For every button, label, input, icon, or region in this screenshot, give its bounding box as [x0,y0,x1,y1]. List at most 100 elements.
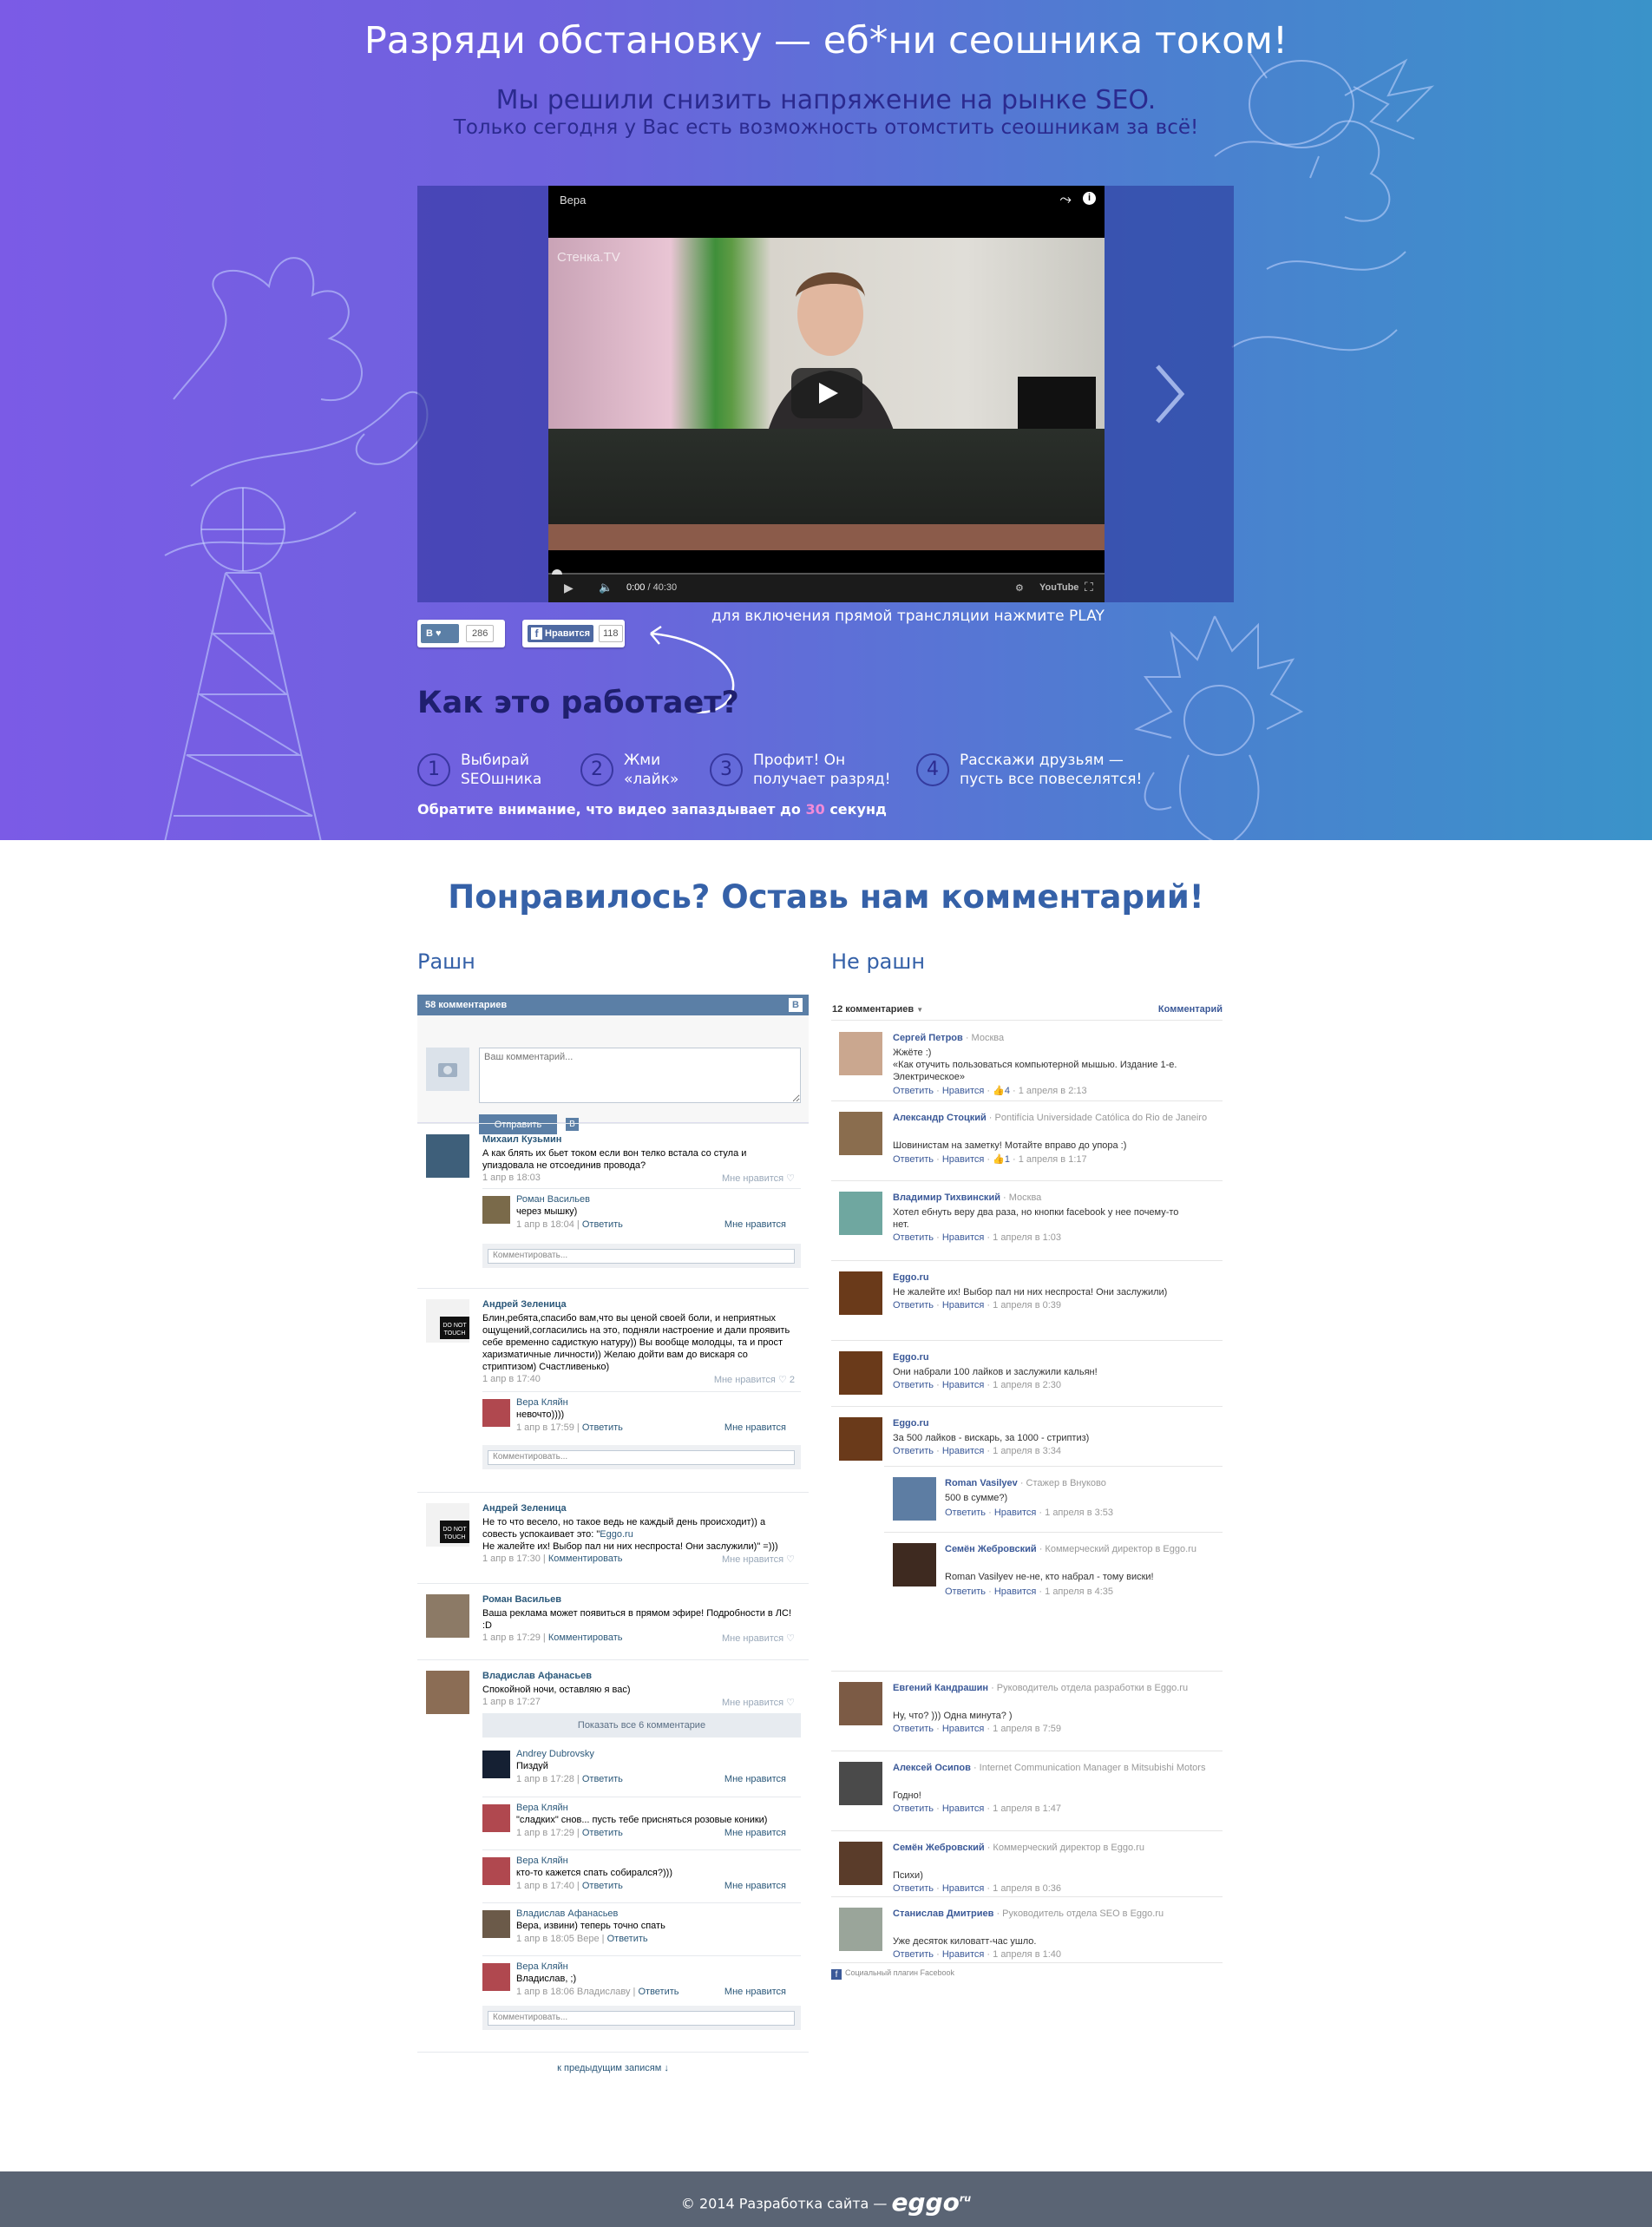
like-link[interactable]: Нравится [942,1154,985,1165]
reply-link[interactable]: Ответить [582,1422,623,1433]
fb-plugin-credit[interactable]: f Социальный плагин Facebook [831,1968,954,1980]
avatar[interactable] [839,1351,882,1395]
info-icon[interactable]: i [1083,192,1096,205]
reply-input[interactable]: Комментировать... [488,1450,795,1465]
reply-link[interactable]: Ответить [582,1774,623,1784]
volume-icon[interactable]: 🔈 [599,581,613,595]
reply-link[interactable]: Ответить [582,1828,623,1838]
reply-author[interactable]: Вера Кляйн [516,1803,568,1813]
comment-author[interactable]: Роман Васильев [482,1594,561,1605]
comment-author[interactable]: Александр Стоцкий · Pontifícia Universid… [893,1112,1218,1125]
comment-reply-link[interactable]: Комментировать [548,1632,623,1643]
avatar[interactable]: DO NOT TOUCH [426,1503,469,1547]
like-link[interactable]: Нравится [994,1508,1037,1518]
avatar[interactable] [482,1399,510,1427]
vk-comment-input[interactable] [479,1048,801,1103]
avatar[interactable] [839,1682,882,1725]
comment-author[interactable]: Eggo.ru [893,1351,1218,1364]
avatar[interactable] [482,1751,510,1778]
like-button[interactable]: Мне нравится ♡ [722,1632,795,1644]
reply-author[interactable]: Роман Васильев [516,1194,590,1205]
video-player[interactable]: Вера ⤳ i Стенка.TV ▶ 🔈 0:00 / 40:30 ⚙ Yo… [548,186,1105,602]
like-button[interactable]: Мне нравится ♡ 2 [714,1374,795,1385]
like-link[interactable]: Нравится [942,1883,985,1894]
like-button[interactable]: Мне нравится ♡ [722,1173,795,1184]
comment-author[interactable]: Семён Жебровский · Коммерческий директор… [945,1543,1214,1556]
reply-link[interactable]: Ответить [893,1724,934,1734]
like-link[interactable]: Нравится [942,1446,985,1456]
reply-link[interactable]: Ответить [607,1934,648,1944]
comment-author[interactable]: Eggo.ru [893,1417,1218,1430]
like-link[interactable]: Нравится [942,1300,985,1311]
like-link[interactable]: Нравится [942,1232,985,1243]
reply-link[interactable]: Ответить [893,1949,934,1960]
like-link[interactable]: Нравится [942,1724,985,1734]
avatar[interactable]: DO NOT TOUCH [426,1299,469,1343]
reply-author[interactable]: Вера Кляйн [516,1397,568,1408]
share-icon[interactable]: ⤳ [1059,191,1072,208]
avatar[interactable] [426,1134,469,1178]
avatar[interactable] [893,1477,936,1521]
avatar[interactable] [426,1671,469,1714]
fb-like-button[interactable]: Нравится 118 [522,620,625,647]
like-link[interactable]: Нравится [942,1086,985,1096]
avatar[interactable] [839,1032,882,1075]
show-all-replies-button[interactable]: Показать все 6 комментарие [482,1713,801,1738]
like-link[interactable]: Нравится [994,1586,1037,1597]
avatar[interactable] [893,1543,936,1586]
fullscreen-icon[interactable]: ⛶ [1085,580,1093,595]
comment-author[interactable]: Сергей Петров · Москва [893,1032,1218,1045]
like-button[interactable]: Мне нравится ♡ [722,1697,795,1708]
fb-comment-count[interactable]: 12 комментариев ▼ [832,1004,923,1015]
comment-author[interactable]: Владимир Тихвинский · Москва [893,1192,1218,1205]
like-link[interactable]: Нравится [942,1949,985,1960]
comment-author[interactable]: Семён Жебровский · Коммерческий директор… [893,1842,1218,1855]
comment-author[interactable]: Roman Vasilyev · Стажер в Внуково [945,1477,1214,1490]
like-button[interactable]: Мне нравится [724,1987,786,1997]
reply-link[interactable]: Ответить [893,1883,934,1894]
settings-icon[interactable]: ⚙ [1015,582,1024,594]
previous-posts-link[interactable]: к предыдущим записям ↓ [417,2063,809,2073]
avatar[interactable] [839,1762,882,1805]
avatar[interactable] [839,1192,882,1235]
reply-input[interactable]: Комментировать... [488,1249,795,1264]
like-button[interactable]: Мне нравится [724,1422,786,1433]
like-button[interactable]: Мне нравится [724,1219,786,1230]
reply-link[interactable]: Ответить [893,1803,934,1814]
reply-link[interactable]: Ответить [945,1586,986,1597]
reply-input[interactable]: Комментировать... [488,2011,795,2026]
avatar[interactable] [426,1594,469,1638]
next-arrow-icon[interactable] [1147,359,1190,429]
avatar[interactable] [839,1271,882,1315]
avatar[interactable] [482,1963,510,1991]
reply-link[interactable]: Ответить [945,1508,986,1518]
like-button[interactable]: Мне нравится ♡ [722,1554,795,1565]
comment-link[interactable]: Eggo.ru [600,1529,633,1540]
avatar[interactable] [839,1417,882,1461]
avatar[interactable] [482,1910,510,1938]
youtube-logo[interactable]: YouTube [1039,582,1078,593]
comment-author[interactable]: Андрей Зеленица [482,1503,567,1514]
like-link[interactable]: Нравится [942,1380,985,1390]
avatar[interactable] [839,1112,882,1155]
reply-author[interactable]: Владислав Афанасьев [516,1908,618,1919]
eggo-logo[interactable]: eggoru [892,2188,972,2217]
avatar[interactable] [482,1196,510,1224]
avatar[interactable] [482,1857,510,1885]
reply-link[interactable]: Ответить [893,1300,934,1311]
play-button[interactable] [791,368,862,418]
fb-sort-link[interactable]: Комментарий [1158,1004,1223,1015]
reply-link[interactable]: Ответить [893,1154,934,1165]
reply-link[interactable]: Ответить [893,1446,934,1456]
like-button[interactable]: Мне нравится [724,1774,786,1784]
avatar[interactable] [482,1804,510,1832]
reply-author[interactable]: Вера Кляйн [516,1856,568,1866]
like-button[interactable]: Мне нравится [724,1881,786,1891]
play-icon[interactable]: ▶ [564,581,574,595]
comment-author[interactable]: Станислав Дмитриев · Руководитель отдела… [893,1908,1218,1921]
like-button[interactable]: Мне нравится [724,1828,786,1838]
vk-logo-icon[interactable]: В [789,998,803,1012]
avatar[interactable] [839,1842,882,1885]
comment-author[interactable]: Eggo.ru [893,1271,1218,1284]
reply-author[interactable]: Andrey Dubrovsky [516,1749,594,1759]
